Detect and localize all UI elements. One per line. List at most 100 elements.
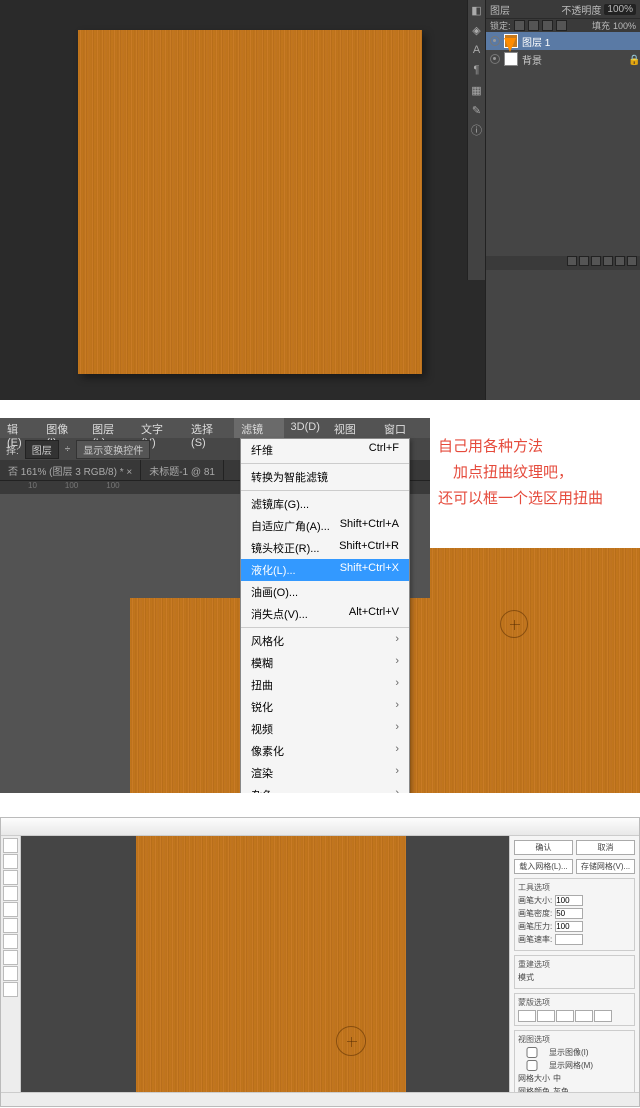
dialog-footer [1, 1092, 639, 1106]
annotation-text: 自己用各种方法 加点扭曲纹理吧， 还可以框一个选区用扭曲 [430, 418, 640, 518]
fill-value[interactable]: 100% [613, 21, 636, 31]
show-transform-btn[interactable]: 显示变换控件 [76, 440, 150, 459]
menu-layer[interactable]: 图层(L) [85, 418, 134, 438]
reconstruct-label: 重建选项 [518, 959, 631, 970]
brush-rate-input[interactable] [555, 934, 583, 945]
opacity-value[interactable]: 100% [604, 4, 636, 15]
view-options-label: 视图选项 [518, 1034, 631, 1045]
twirl-tool[interactable] [3, 870, 18, 885]
info-icon[interactable]: ⓘ [468, 120, 485, 140]
forward-warp-tool[interactable] [3, 838, 18, 853]
swatch-icon[interactable]: ▦ [468, 80, 485, 100]
mask-btn-2[interactable] [537, 1010, 555, 1022]
filter-menu-dropdown: 纤维Ctrl+F 转换为智能滤镜 滤镜库(G)... 自适应广角(A)...Sh… [240, 438, 410, 793]
menu-window[interactable]: 窗口(W) [377, 418, 430, 438]
show-image-check[interactable] [518, 1047, 546, 1058]
layers-tab[interactable]: 图层 [490, 2, 510, 17]
doc-tab-1[interactable]: 否 161% (图层 3 RGB/8) * × [0, 460, 141, 480]
menu-filter[interactable]: 滤镜(T) [234, 418, 283, 438]
show-mesh-check[interactable] [518, 1060, 546, 1071]
lock-image-icon[interactable] [528, 20, 539, 31]
freeze-mask-tool[interactable] [3, 934, 18, 949]
layer-select[interactable]: 图层 [25, 440, 59, 459]
app-window: 辑(E) 图像(I) 图层(L) 文字(Y) 选择(S) 滤镜(T) 3D(D)… [0, 418, 430, 793]
brush-cursor-icon [336, 1026, 366, 1056]
menu-image[interactable]: 图像(I) [39, 418, 85, 438]
menu-view[interactable]: 视图(V) [327, 418, 377, 438]
brush-density-input[interactable] [555, 908, 583, 919]
dd-distort[interactable]: 扭曲 [241, 674, 409, 696]
dd-noise[interactable]: 杂色 [241, 784, 409, 793]
menu-edit[interactable]: 辑(E) [0, 418, 39, 438]
dd-adaptive-wide[interactable]: 自适应广角(A)...Shift+Ctrl+A [241, 515, 409, 537]
history-icon[interactable]: ◧ [468, 0, 485, 20]
liquify-toolbar [1, 836, 21, 1092]
thaw-mask-tool[interactable] [3, 950, 18, 965]
layer-row-background[interactable]: 背景 🔒 [486, 50, 640, 68]
doc-tab-2[interactable]: 未标题-1 @ 81 [141, 460, 224, 480]
menu-select[interactable]: 选择(S) [184, 418, 234, 438]
lock-position-icon[interactable] [542, 20, 553, 31]
properties-icon[interactable]: ◈ [468, 20, 485, 40]
visibility-icon[interactable] [490, 54, 500, 64]
pucker-tool[interactable] [3, 886, 18, 901]
paragraph-icon[interactable]: ¶ [468, 60, 485, 80]
group-icon[interactable] [603, 256, 613, 266]
zoom-tool[interactable] [3, 982, 18, 997]
menu-type[interactable]: 文字(Y) [134, 418, 184, 438]
fx-icon[interactable] [567, 256, 577, 266]
dd-liquify[interactable]: 液化(L)...Shift+Ctrl+X [241, 559, 409, 581]
dd-last-filter[interactable]: 纤维Ctrl+F [241, 439, 409, 461]
char-icon[interactable]: A [468, 40, 485, 60]
dd-render[interactable]: 渲染 [241, 762, 409, 784]
wood-texture-canvas[interactable] [78, 30, 422, 374]
brush-icon[interactable]: ✎ [468, 100, 485, 120]
mask-btn-5[interactable] [594, 1010, 612, 1022]
brush-density-label: 画笔密度: [518, 908, 552, 919]
options-label: 择: [6, 442, 19, 457]
mask-btn-4[interactable] [575, 1010, 593, 1022]
dd-lens-correction[interactable]: 镜头校正(R)...Shift+Ctrl+R [241, 537, 409, 559]
mask-options-label: 蒙版选项 [518, 997, 631, 1008]
layer-thumbnail[interactable] [504, 52, 518, 66]
dd-video[interactable]: 视频 [241, 718, 409, 740]
liquify-options-panel: 确认 取消 载入网格(L)... 存储网格(V)... 工具选项 画笔大小: 画… [509, 836, 639, 1092]
new-layer-icon[interactable] [615, 256, 625, 266]
canvas-area [0, 0, 485, 400]
lock-transparency-icon[interactable] [514, 20, 525, 31]
dd-oil-paint[interactable]: 油画(O)... [241, 581, 409, 603]
cancel-button[interactable]: 取消 [576, 840, 635, 855]
brush-pressure-input[interactable] [555, 921, 583, 932]
mask-btn-1[interactable] [518, 1010, 536, 1022]
save-mesh-button[interactable]: 存储网格(V)... [576, 859, 635, 874]
wood-texture-liquify[interactable] [136, 836, 406, 1092]
layers-panel: 图层 不透明度 100% 锁定: 填充 100% 图层 1 [485, 0, 640, 400]
trash-icon[interactable] [627, 256, 637, 266]
layer-name: 图层 1 [522, 34, 550, 49]
push-left-tool[interactable] [3, 918, 18, 933]
visibility-icon[interactable] [490, 36, 500, 46]
bloat-tool[interactable] [3, 902, 18, 917]
dd-filter-gallery[interactable]: 滤镜库(G)... [241, 493, 409, 515]
reconstruct-tool[interactable] [3, 854, 18, 869]
brush-pressure-label: 画笔压力: [518, 921, 552, 932]
ok-button[interactable]: 确认 [514, 840, 573, 855]
dd-sharpen[interactable]: 锐化 [241, 696, 409, 718]
hand-tool[interactable] [3, 966, 18, 981]
fill-label: 填充 [592, 19, 610, 32]
brush-size-input[interactable] [555, 895, 583, 906]
photoshop-filter-menu-view: 辑(E) 图像(I) 图层(L) 文字(Y) 选择(S) 滤镜(T) 3D(D)… [0, 418, 640, 793]
dd-pixelate[interactable]: 像素化 [241, 740, 409, 762]
mask-btn-3[interactable] [556, 1010, 574, 1022]
adjustment-icon[interactable] [591, 256, 601, 266]
dd-stylize[interactable]: 风格化 [241, 630, 409, 652]
dd-convert-smart[interactable]: 转换为智能滤镜 [241, 466, 409, 488]
dd-blur[interactable]: 模糊 [241, 652, 409, 674]
lock-all-icon[interactable] [556, 20, 567, 31]
dd-vanishing-point[interactable]: 消失点(V)...Alt+Ctrl+V [241, 603, 409, 625]
mask-icon[interactable] [579, 256, 589, 266]
menu-3d[interactable]: 3D(D) [284, 418, 327, 438]
photoshop-canvas-view: ◧ ◈ A ¶ ▦ ✎ ⓘ 图层 不透明度 100% 锁定: 填充 100% [0, 0, 640, 400]
layer-row-layer1[interactable]: 图层 1 [486, 32, 640, 50]
load-mesh-button[interactable]: 载入网格(L)... [514, 859, 573, 874]
